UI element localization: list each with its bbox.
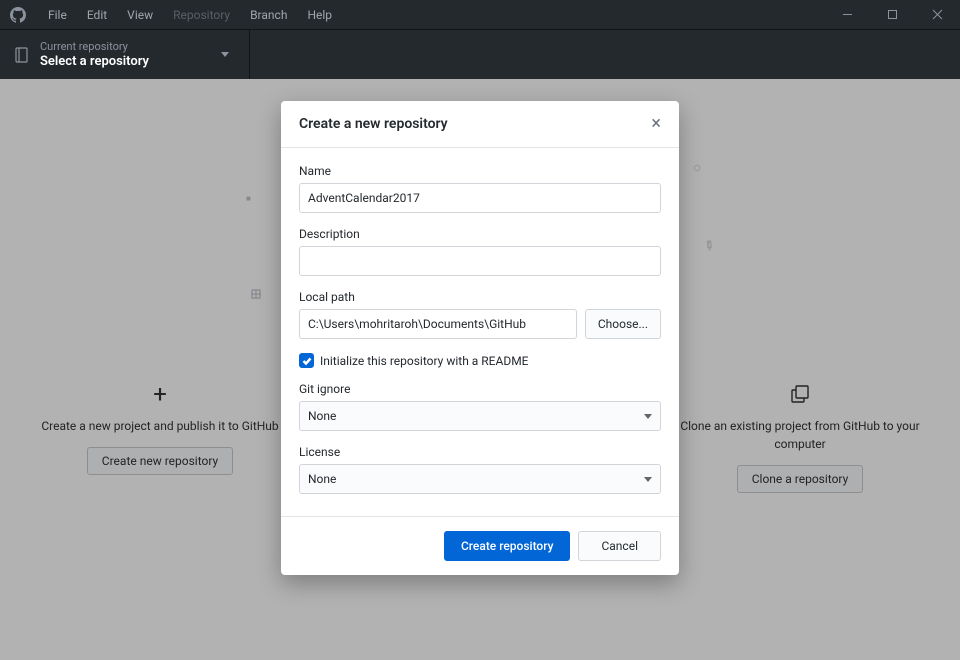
create-repository-submit-button[interactable]: Create repository [444, 531, 571, 561]
gitignore-label: Git ignore [299, 382, 661, 396]
repo-selector-label: Current repository [40, 40, 149, 53]
chevron-down-icon [644, 414, 652, 419]
name-input[interactable] [299, 183, 661, 213]
maximize-button[interactable] [870, 0, 915, 29]
dialog-title: Create a new repository [299, 116, 448, 132]
repo-selector-value: Select a repository [40, 54, 149, 69]
close-icon[interactable]: × [651, 115, 661, 133]
chevron-down-icon [644, 477, 652, 482]
gitignore-select[interactable]: None [299, 401, 661, 431]
gitignore-value: None [308, 409, 336, 423]
menu-edit[interactable]: Edit [77, 8, 117, 22]
menu-help[interactable]: Help [297, 8, 342, 22]
close-button[interactable] [915, 0, 960, 29]
license-label: License [299, 445, 661, 459]
repository-selector[interactable]: Current repository Select a repository [0, 30, 250, 79]
menu-file[interactable]: File [38, 8, 77, 22]
modal-overlay: Create a new repository × Name Descripti… [0, 79, 960, 660]
license-value: None [308, 472, 336, 486]
init-readme-label: Initialize this repository with a README [320, 354, 529, 368]
menu-view[interactable]: View [117, 8, 163, 22]
description-input[interactable] [299, 246, 661, 276]
titlebar: File Edit View Repository Branch Help [0, 0, 960, 29]
local-path-input[interactable] [299, 309, 577, 339]
window-controls [825, 0, 960, 29]
check-icon [302, 356, 312, 366]
menu-branch[interactable]: Branch [240, 8, 297, 22]
main-area: ■ ○ ✎ + Create a new project and publish… [0, 79, 960, 660]
local-path-label: Local path [299, 290, 661, 304]
init-readme-checkbox[interactable] [299, 353, 314, 368]
name-label: Name [299, 164, 661, 178]
chevron-down-icon [221, 52, 229, 57]
menu-repository: Repository [163, 8, 240, 22]
minimize-button[interactable] [825, 0, 870, 29]
toolbar: Current repository Select a repository [0, 29, 960, 79]
choose-path-button[interactable]: Choose... [585, 309, 661, 339]
cancel-button[interactable]: Cancel [578, 531, 661, 561]
license-select[interactable]: None [299, 464, 661, 494]
create-repository-dialog: Create a new repository × Name Descripti… [281, 101, 679, 575]
repo-icon [14, 47, 30, 63]
github-icon [10, 7, 26, 23]
description-label: Description [299, 227, 661, 241]
